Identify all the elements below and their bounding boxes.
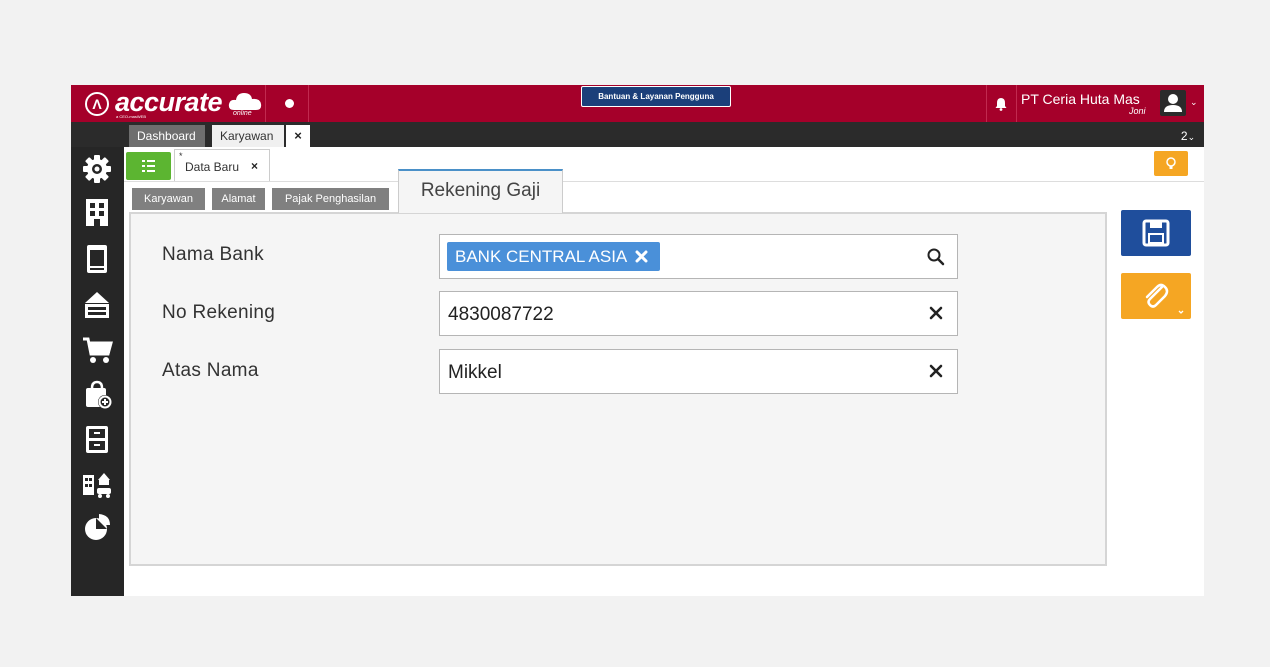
user-avatar-icon[interactable] bbox=[1160, 90, 1186, 116]
chevron-down-icon[interactable]: ⌄ bbox=[1190, 97, 1198, 108]
module-sidebar bbox=[71, 147, 124, 596]
atas-nama-field[interactable]: Mikkel bbox=[439, 349, 958, 394]
content-area: * Data Baru × Karyawan Alamat Pajak Peng… bbox=[124, 147, 1204, 596]
purchase-bag-icon[interactable] bbox=[81, 378, 113, 410]
no-rekening-label: No Rekening bbox=[162, 302, 276, 323]
tab-close-button[interactable]: × bbox=[286, 125, 310, 147]
tab-count-value: 2 bbox=[1180, 129, 1188, 143]
chevron-down-icon: ⌄ bbox=[1187, 132, 1196, 142]
list-icon bbox=[142, 160, 155, 172]
lightbulb-icon bbox=[1166, 157, 1176, 169]
close-icon[interactable]: × bbox=[251, 159, 258, 173]
nama-bank-label: Nama Bank bbox=[162, 244, 264, 265]
nama-bank-field[interactable]: BANK CENTRAL ASIA bbox=[439, 234, 958, 279]
cash-icon[interactable] bbox=[81, 289, 113, 321]
no-rekening-value: 4830087722 bbox=[448, 304, 554, 325]
clear-icon[interactable] bbox=[929, 364, 943, 378]
search-icon[interactable] bbox=[926, 247, 946, 267]
help-button[interactable]: Bantuan & Layanan Pengguna bbox=[581, 86, 731, 107]
logo-badge-icon: Λ bbox=[85, 92, 109, 116]
tips-button[interactable] bbox=[1154, 151, 1188, 176]
divider bbox=[308, 85, 309, 122]
list-view-button[interactable] bbox=[126, 152, 171, 180]
ledger-icon[interactable] bbox=[81, 243, 113, 275]
tab-dashboard[interactable]: Dashboard bbox=[129, 125, 205, 147]
paperclip-icon bbox=[1145, 283, 1184, 314]
form-tab-karyawan[interactable]: Karyawan bbox=[132, 188, 205, 210]
settings-icon[interactable] bbox=[81, 153, 113, 185]
divider bbox=[986, 85, 987, 122]
selected-bank-chip[interactable]: BANK CENTRAL ASIA bbox=[447, 242, 660, 271]
report-pie-icon[interactable] bbox=[81, 511, 113, 543]
unsaved-indicator: * bbox=[179, 151, 183, 161]
divider bbox=[124, 181, 1204, 182]
form-tab-pajak-penghasilan[interactable]: Pajak Penghasilan bbox=[272, 188, 389, 210]
user-icon bbox=[1164, 94, 1182, 112]
inventory-icon[interactable] bbox=[81, 423, 113, 455]
logo-tagline: a CEO-masWEB bbox=[116, 114, 147, 119]
app-window: Λ accurate online a CEO-masWEB Bantuan &… bbox=[71, 85, 1204, 596]
open-tab-count[interactable]: 2⌄ bbox=[1175, 125, 1201, 147]
atas-nama-label: Atas Nama bbox=[162, 360, 259, 381]
bell-icon[interactable] bbox=[994, 97, 1008, 111]
user-name: Joni bbox=[1129, 106, 1146, 116]
cart-icon[interactable] bbox=[81, 334, 113, 366]
status-dot-icon[interactable] bbox=[285, 99, 294, 108]
document-tab-bar: Dashboard Karyawan × 2⌄ bbox=[71, 122, 1204, 147]
company-icon[interactable] bbox=[81, 196, 113, 228]
clear-icon[interactable] bbox=[929, 306, 943, 320]
remove-chip-icon[interactable] bbox=[634, 249, 649, 264]
tab-data-baru[interactable]: * Data Baru × bbox=[174, 149, 270, 182]
no-rekening-field[interactable]: 4830087722 bbox=[439, 291, 958, 336]
form-tab-alamat[interactable]: Alamat bbox=[212, 188, 265, 210]
atas-nama-value: Mikkel bbox=[448, 362, 502, 383]
logo-sub: online bbox=[233, 110, 252, 117]
attachment-button[interactable] bbox=[1121, 273, 1191, 319]
accurate-logo[interactable]: Λ accurate online a CEO-masWEB bbox=[83, 87, 273, 119]
tab-label: Data Baru bbox=[185, 160, 240, 174]
form-panel: Nama Bank BANK CENTRAL ASIA No Rekening … bbox=[129, 212, 1107, 566]
top-bar: Λ accurate online a CEO-masWEB Bantuan &… bbox=[71, 85, 1204, 122]
form-tab-rekening-gaji[interactable]: Rekening Gaji bbox=[398, 169, 563, 213]
bank-chip-label: BANK CENTRAL ASIA bbox=[455, 247, 628, 266]
company-name[interactable]: PT Ceria Huta Mas bbox=[1021, 91, 1140, 107]
save-button[interactable] bbox=[1121, 210, 1191, 256]
save-icon bbox=[1142, 219, 1170, 247]
divider bbox=[265, 85, 266, 122]
divider bbox=[1016, 85, 1017, 122]
tab-karyawan[interactable]: Karyawan bbox=[212, 125, 284, 147]
cloud-icon bbox=[228, 93, 262, 110]
assets-icon[interactable] bbox=[81, 467, 113, 499]
